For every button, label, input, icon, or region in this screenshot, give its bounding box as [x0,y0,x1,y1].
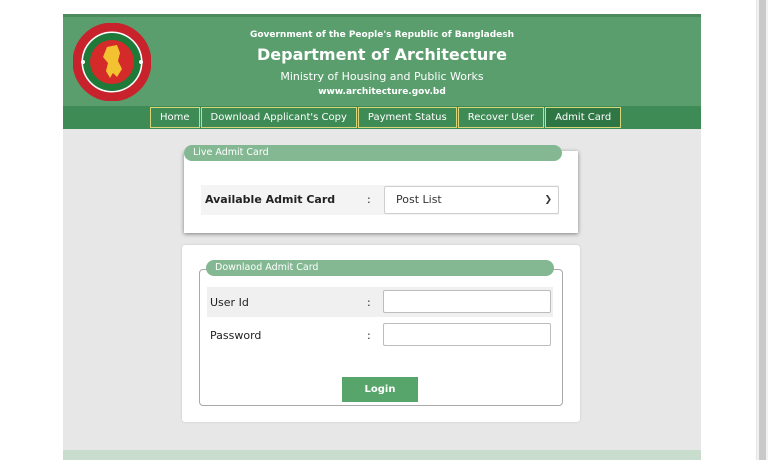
password-input[interactable] [383,323,551,346]
user-id-input[interactable] [383,290,551,313]
download-admit-card-panel: Downlaod Admit Card User Id : Password :… [182,245,580,422]
available-admit-label: Available Admit Card [205,193,336,206]
website-url: www.architecture.gov.bd [318,87,446,97]
government-title: Government of the People's Republic of B… [249,30,515,40]
main-navigation: Home Download Applicant's Copy Payment S… [63,106,701,129]
post-list-select-value: Post List [396,193,442,206]
page-footer [63,450,701,460]
department-title: Department of Architecture [257,45,507,64]
nav-item-admit-card[interactable]: Admit Card [545,107,622,128]
nav-item-home[interactable]: Home [150,107,200,128]
post-list-select[interactable]: Post List ❯ [384,186,559,214]
live-admit-legend: Live Admit Card [184,145,562,161]
password-colon: : [367,329,371,342]
window-scrollbar[interactable] [756,0,768,460]
user-id-colon: : [367,296,371,309]
page-container: Government of the People's Republic of B… [63,14,701,460]
login-button[interactable]: Login [342,377,418,402]
nav-item-recover-user[interactable]: Recover User [457,107,545,128]
available-admit-colon: : [367,193,371,206]
download-admit-legend: Downlaod Admit Card [206,260,554,276]
live-admit-card-panel: Live Admit Card Available Admit Card : P… [184,145,578,233]
nav-menu: Home Download Applicant's Copy Payment S… [150,107,622,128]
password-label: Password [210,329,262,342]
nav-item-payment-status[interactable]: Payment Status [357,107,457,128]
chevron-down-icon: ❯ [544,195,552,205]
ministry-subtitle: Ministry of Housing and Public Works [280,70,484,83]
nav-item-download-applicants-copy[interactable]: Download Applicant's Copy [200,107,357,128]
site-header: Government of the People's Republic of B… [63,14,701,106]
scrollbar-thumb[interactable] [759,0,766,460]
user-id-label: User Id [210,296,249,309]
